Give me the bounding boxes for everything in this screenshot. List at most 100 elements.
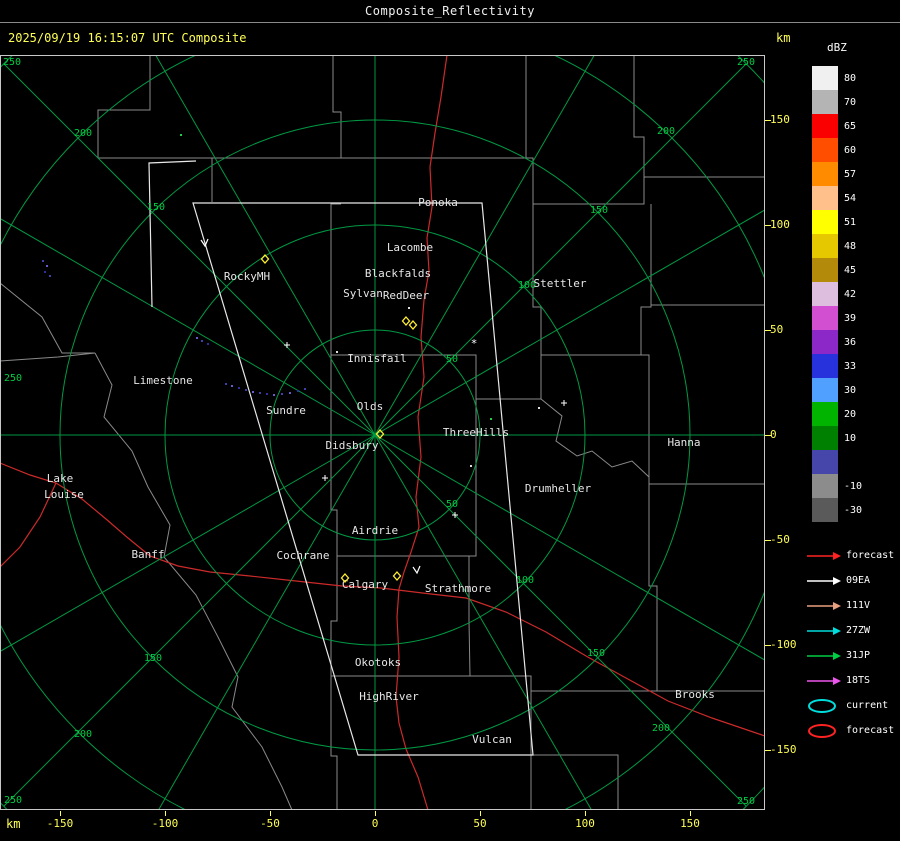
city-label: Okotoks bbox=[355, 656, 401, 669]
range-ring-label: 50 bbox=[446, 354, 458, 365]
legend-arrow-icon bbox=[807, 576, 841, 585]
colorbar-segment bbox=[812, 306, 838, 330]
y-axis-tick-label: 150 bbox=[770, 113, 790, 126]
arrow-head bbox=[833, 601, 841, 610]
arrow-head bbox=[833, 651, 841, 660]
weak-echo-pixel bbox=[252, 391, 254, 393]
legend-item-label: 31JP bbox=[846, 650, 871, 661]
city-label: Banff bbox=[131, 548, 164, 561]
colorbar-segment-label: -30 bbox=[844, 504, 863, 516]
ellipse-shape bbox=[808, 698, 836, 713]
y-axis-tick-label: -150 bbox=[770, 743, 797, 756]
range-ring-label: 250 bbox=[3, 57, 21, 68]
radial-line bbox=[374, 209, 765, 436]
weak-echo-pixel bbox=[44, 271, 46, 273]
swath-edge-segment bbox=[148, 160, 197, 308]
legend-item-label: 09EA bbox=[846, 575, 871, 586]
x-axis-tick bbox=[375, 811, 376, 816]
colorbar-row: 54 bbox=[812, 186, 862, 210]
city-label: Strathmore bbox=[425, 582, 491, 595]
radial-line bbox=[157, 434, 376, 810]
city-label: Louise bbox=[44, 488, 84, 501]
range-ring-label: 250 bbox=[4, 373, 22, 384]
legend-item: 09EA bbox=[806, 568, 894, 593]
city-label: Lake bbox=[47, 472, 74, 485]
city-label: Drumheller bbox=[525, 482, 592, 495]
colorbar-row: 51 bbox=[812, 210, 862, 234]
colorbar-segment bbox=[812, 378, 838, 402]
colorbar-segment bbox=[812, 162, 838, 186]
city-label: Olds bbox=[357, 400, 384, 413]
legend-item: 111V bbox=[806, 593, 894, 618]
weak-echo-pixel bbox=[42, 260, 44, 262]
colorbar-row: 60 bbox=[812, 138, 862, 162]
y-axis-tick bbox=[765, 645, 771, 646]
weak-echo-pixel bbox=[304, 388, 306, 390]
range-ring-label: 250 bbox=[737, 57, 755, 68]
x-axis-tick-label: 150 bbox=[680, 817, 700, 830]
colorbar-row: 70 bbox=[812, 90, 862, 114]
county-boundary-line bbox=[641, 354, 765, 485]
range-ring-label: 150 bbox=[147, 202, 165, 213]
weak-echo-pixel bbox=[225, 383, 227, 385]
range-ring-label: 50 bbox=[446, 499, 458, 510]
y-axis-tick-label: 100 bbox=[770, 218, 790, 231]
plus-marker bbox=[322, 475, 328, 481]
colorbar-segment-label: 42 bbox=[844, 288, 857, 300]
radar-map[interactable]: 2502001502502001501005025050100150200250… bbox=[0, 55, 765, 810]
legend-item: 18TS bbox=[806, 668, 894, 693]
x-axis-tick-label: 50 bbox=[473, 817, 487, 830]
product-timestamp: 2025/09/19 16:15:07 UTC Composite bbox=[8, 31, 247, 45]
colorbar-segment bbox=[812, 330, 838, 354]
plus-marker bbox=[284, 342, 290, 348]
radar-viewer-window: Composite_Reflectivity 2025/09/19 16:15:… bbox=[0, 0, 900, 841]
colorbar-segment bbox=[812, 474, 838, 498]
legend-item-label: current bbox=[846, 700, 889, 711]
city-label: Airdrie bbox=[352, 524, 398, 537]
colorbar-segment-label: 33 bbox=[844, 360, 857, 372]
colorbar-row: -30 bbox=[812, 498, 862, 522]
legend-ellipse-icon bbox=[808, 723, 836, 738]
colorbar-segment-label: 70 bbox=[844, 96, 857, 108]
county-boundary-line bbox=[0, 282, 95, 354]
legend-item-label: forecast bbox=[846, 550, 895, 561]
city-label: RedDeer bbox=[383, 289, 430, 302]
county-boundary-line bbox=[526, 55, 645, 205]
colorbar-segment-label: -10 bbox=[844, 480, 863, 492]
colorbar-segment-label: 45 bbox=[844, 264, 857, 276]
station-diamond-marker bbox=[401, 316, 411, 326]
city-label: Cochrane bbox=[277, 549, 330, 562]
colorbar-segment-label: 54 bbox=[844, 192, 857, 204]
legend-arrow-icon bbox=[807, 651, 841, 660]
range-ring-label: 200 bbox=[74, 128, 92, 139]
county-boundary-line bbox=[531, 754, 619, 810]
y-axis-tick bbox=[765, 540, 771, 541]
legend-item-label: 111V bbox=[846, 600, 871, 611]
colorbar-segment-label: 30 bbox=[844, 384, 857, 396]
weak-echo-pixel bbox=[245, 389, 247, 391]
asterisk-marker: * bbox=[471, 337, 478, 350]
colorbar-segment-label: 48 bbox=[844, 240, 857, 252]
x-axis-tick bbox=[585, 811, 586, 816]
legend-item: 31JP bbox=[806, 643, 894, 668]
range-ring-label: 250 bbox=[737, 796, 755, 807]
legend-item: 27ZW bbox=[806, 618, 894, 643]
y-axis-unit-label: km bbox=[776, 31, 791, 45]
county-boundary-line bbox=[330, 676, 338, 810]
ellipse-shape bbox=[808, 723, 836, 738]
weak-echo-pixel bbox=[297, 390, 299, 392]
legend-arrow-icon bbox=[807, 676, 841, 685]
x-axis-tick bbox=[60, 811, 61, 816]
x-axis-tick bbox=[270, 811, 271, 816]
arrow-head bbox=[833, 576, 841, 585]
colorbar-segment bbox=[812, 258, 838, 282]
county-boundary-line bbox=[540, 398, 650, 478]
city-label: Calgary bbox=[342, 578, 389, 591]
dot-marker bbox=[336, 351, 338, 353]
station-diamond-marker bbox=[392, 571, 402, 581]
colorbar-row: 65 bbox=[812, 114, 862, 138]
y-axis-tick-label: -100 bbox=[770, 638, 797, 651]
colorbar-row: 45 bbox=[812, 258, 862, 282]
weak-echo-pixel bbox=[238, 387, 240, 389]
dot-marker bbox=[180, 134, 182, 136]
